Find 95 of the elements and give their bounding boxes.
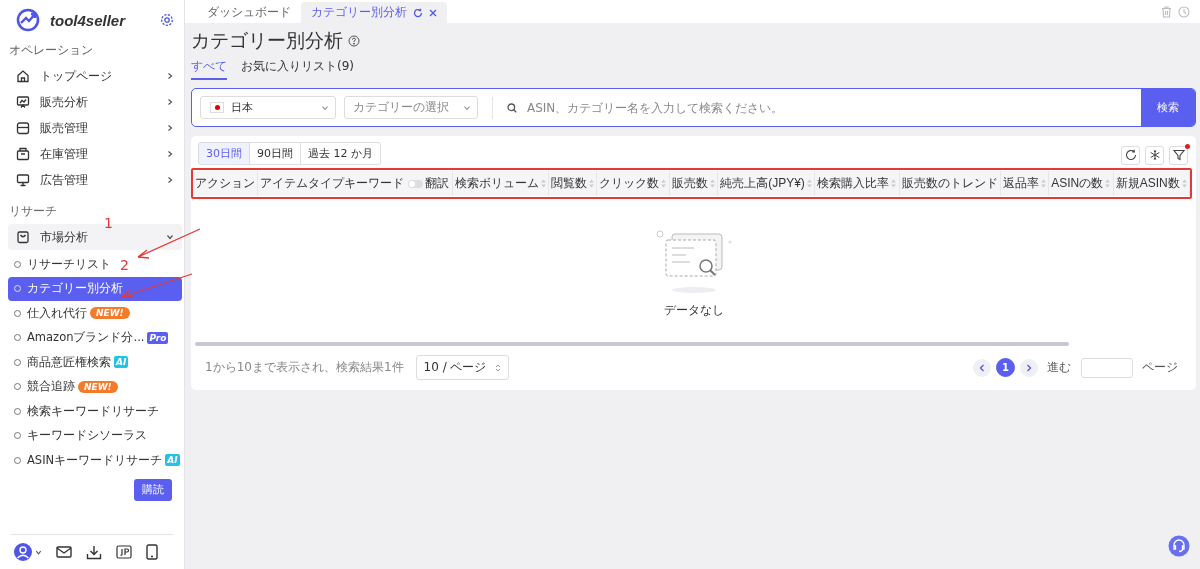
filter-tab[interactable]: すべて (191, 58, 227, 80)
filter-button[interactable] (1169, 145, 1188, 165)
search-icon (507, 102, 517, 113)
home-icon (16, 69, 30, 83)
search-button[interactable]: 検索 (1141, 89, 1195, 126)
page-size-select[interactable]: 10 / ページ (415, 355, 509, 380)
chevron-down-icon (321, 103, 329, 112)
help-icon[interactable] (348, 35, 360, 47)
submenu-item[interactable]: ASINキーワードリサーチ AI (8, 448, 182, 473)
column-header[interactable]: クリック数 (597, 171, 670, 196)
result-summary: 1から10まで表示され、検索結果1件 (205, 359, 404, 376)
submenu-item[interactable]: キーワードシソーラス (8, 423, 182, 448)
logo-icon (16, 8, 40, 32)
headset-icon[interactable] (1168, 535, 1190, 557)
section-title: オペレーション (9, 42, 93, 59)
filter-icon (1172, 149, 1185, 161)
flag-icon (210, 102, 224, 113)
monitor-icon (16, 173, 30, 187)
submenu-item[interactable]: 商品意匠権検索 AI (8, 350, 182, 375)
menu-item[interactable]: 販売分析 (8, 89, 182, 115)
menu-item[interactable]: 販売管理 (8, 115, 182, 141)
page-tab[interactable]: ダッシュボード (197, 2, 301, 23)
chevron-right-icon (166, 72, 174, 80)
chevron-right-icon (1026, 363, 1032, 372)
refresh-icon[interactable] (413, 7, 423, 18)
column-header[interactable]: アクション (193, 171, 259, 196)
country-select[interactable]: 日本 (200, 96, 336, 119)
section-title: リサーチ (9, 203, 57, 220)
column-header[interactable]: 販売数 (669, 171, 719, 196)
feature-badge: Pro (147, 331, 169, 344)
store-icon (16, 121, 30, 135)
menu-item[interactable]: 在庫管理 (8, 141, 182, 167)
previous-page-button[interactable] (973, 358, 991, 377)
annotation-number: 2 (120, 258, 129, 272)
submenu-item[interactable]: カテゴリー別分析 (8, 276, 182, 301)
column-header[interactable]: ASINの数 (1049, 171, 1114, 196)
column-header[interactable]: アイテムタイプキーワード 翻訳 (258, 171, 453, 196)
submenu-item[interactable]: 競合追跡 NEW! (8, 374, 182, 399)
menu-item[interactable]: 広告管理 (8, 167, 182, 193)
page-suffix: ページ (1142, 359, 1178, 376)
freeze-button[interactable] (1145, 145, 1164, 165)
snowflake-icon (1148, 149, 1161, 161)
chevron-down-icon (463, 103, 471, 112)
chevron-down-icon[interactable] (35, 548, 42, 556)
column-header[interactable]: 純売上高(JPY¥) (718, 171, 816, 196)
page-number-button[interactable]: 1 (996, 358, 1015, 377)
page-title: カテゴリー別分析 (191, 28, 343, 53)
horizontal-scrollbar[interactable] (195, 342, 1069, 346)
feature-badge: AI (165, 454, 180, 467)
refresh-icon (1124, 149, 1137, 161)
period-button[interactable]: 90日間 (249, 142, 301, 165)
box-icon (16, 147, 30, 161)
goto-label: 進む (1047, 359, 1071, 376)
menu-item[interactable]: トップページ (8, 63, 182, 89)
language-icon[interactable] (116, 545, 132, 559)
submenu-item[interactable]: 検索キーワードリサーチ (8, 399, 182, 424)
empty-message: データなし (663, 302, 724, 319)
brand-name: tool4seller (50, 11, 127, 29)
feature-badge: NEW! (78, 380, 118, 393)
chevron-down-icon (166, 233, 174, 241)
mail-icon[interactable] (56, 545, 72, 559)
column-header[interactable]: 返品率 (1000, 171, 1050, 196)
feature-badge: NEW! (90, 307, 130, 320)
period-button[interactable]: 過去 12 か月 (300, 142, 381, 165)
translate-toggle[interactable] (408, 179, 424, 188)
avatar-icon[interactable] (14, 543, 32, 561)
chevron-right-icon (166, 176, 174, 184)
feature-badge: AI (114, 356, 129, 369)
close-icon[interactable] (429, 8, 437, 17)
column-header[interactable]: 閲覧数 (549, 171, 598, 196)
bag-icon (16, 230, 30, 244)
submenu-item[interactable]: 仕入れ代行 NEW! (8, 301, 182, 326)
page-tab[interactable]: カテゴリー別分析 (301, 2, 447, 23)
chevron-right-icon (166, 124, 174, 132)
settings-icon[interactable] (160, 13, 174, 27)
chevron-right-icon (166, 98, 174, 106)
chevron-right-icon (166, 150, 174, 158)
sort-icon (494, 363, 501, 372)
page-jump-input[interactable] (1081, 357, 1133, 378)
chevron-left-icon (979, 363, 985, 372)
column-header[interactable]: 販売数のトレンド (899, 171, 1001, 196)
subscribe-button[interactable]: 購読 (134, 478, 172, 501)
filter-tab[interactable]: お気に入りリスト(9) (241, 58, 354, 80)
period-button[interactable]: 30日間 (198, 142, 250, 165)
phone-icon[interactable] (146, 544, 158, 560)
submenu-item[interactable]: Amazonブランド分... Pro (8, 325, 182, 350)
column-header[interactable]: 検索購入比率 (815, 171, 900, 196)
chart-icon (16, 95, 30, 109)
next-page-button[interactable] (1020, 358, 1038, 377)
search-bar[interactable]: 日本 カテゴリーの選択 ASIN、カテゴリー名を入力して検索ください。 検索 (191, 88, 1196, 127)
column-header[interactable]: 検索ボリューム (452, 171, 550, 196)
category-select[interactable]: カテゴリーの選択 (344, 96, 478, 119)
refresh-button[interactable] (1121, 145, 1140, 165)
download-icon[interactable] (86, 544, 102, 560)
column-header[interactable]: 新規ASIN数 (1113, 171, 1191, 196)
